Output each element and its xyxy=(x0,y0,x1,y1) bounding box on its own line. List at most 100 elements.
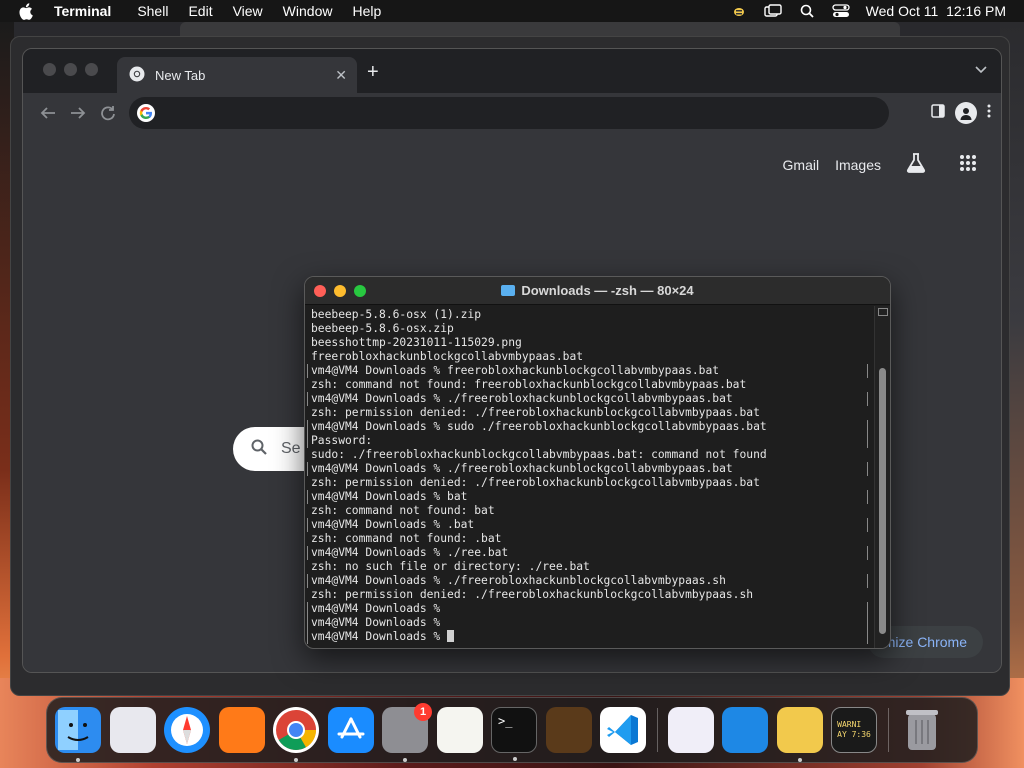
terminal-line-text: vm4@VM4 Downloads % xyxy=(311,630,448,643)
search-placeholder: Se xyxy=(281,440,301,457)
spotlight-search-icon[interactable] xyxy=(798,4,816,18)
running-indicator xyxy=(403,758,407,762)
dock-launchpad-icon[interactable] xyxy=(109,707,156,753)
terminal-line-text: zsh: no such file or directory: ./ree.ba… xyxy=(311,560,590,573)
terminal-close-button[interactable] xyxy=(314,284,326,297)
terminal-output[interactable]: beebeep-5.8.6-osx (1).zip beebeep-5.8.6-o… xyxy=(305,306,874,648)
terminal-line: zsh: no such file or directory: ./ree.ba… xyxy=(311,560,868,574)
terminal-line: beebeep-5.8.6-osx (1).zip xyxy=(311,308,868,322)
terminal-line-text: beebeep-5.8.6-osx.zip xyxy=(311,322,454,335)
beebeep-status-icon[interactable] xyxy=(730,4,748,18)
google-g-icon xyxy=(137,104,155,122)
side-panel-icon[interactable] xyxy=(931,103,945,123)
chrome-favicon-icon xyxy=(129,66,145,85)
menu-help[interactable]: Help xyxy=(352,3,381,19)
dock-trash-icon[interactable] xyxy=(899,707,945,753)
gmail-link[interactable]: Gmail xyxy=(783,157,820,173)
tab-title: New Tab xyxy=(155,67,206,83)
terminal-line: vm4@VM4 Downloads % freerobloxhackunbloc… xyxy=(307,364,868,378)
menu-shell[interactable]: Shell xyxy=(137,3,168,19)
screen-mirroring-icon[interactable] xyxy=(763,4,782,18)
chrome-menu-kebab-icon[interactable] xyxy=(987,104,991,123)
apple-menu-icon[interactable] xyxy=(18,2,36,20)
menu-bar: Terminal Shell Edit View Window Help Wed… xyxy=(0,0,1024,22)
customize-chrome-label: mize Chrome xyxy=(883,634,967,650)
dock-visual-studio-icon[interactable] xyxy=(667,707,714,753)
terminal-line: beesshottmp-20231011-115029.png xyxy=(311,336,868,350)
terminal-line-text: vm4@VM4 Downloads % ./freerobloxhackunbl… xyxy=(311,462,733,475)
dock-chrome-icon[interactable] xyxy=(273,707,319,762)
dock-terminal-icon[interactable]: >_ xyxy=(491,707,537,761)
dock-textedit-icon[interactable] xyxy=(436,707,483,753)
chrome-minimize-button[interactable] xyxy=(64,63,77,76)
chrome-toolbar xyxy=(23,93,1001,133)
dock-system-settings-icon[interactable]: 1 xyxy=(382,703,432,762)
forward-arrow-icon[interactable] xyxy=(63,98,93,128)
dock-beebeep-icon[interactable] xyxy=(776,707,823,762)
labs-flask-icon[interactable] xyxy=(905,153,927,176)
dock-firefox-icon[interactable] xyxy=(218,707,265,753)
dock-icloud-weather-icon[interactable] xyxy=(722,707,768,753)
menu-app-name[interactable]: Terminal xyxy=(54,3,111,19)
terminal-minimize-button[interactable] xyxy=(334,284,346,297)
terminal-title-bar[interactable]: Downloads — -zsh — 80×24 xyxy=(305,277,890,305)
profile-avatar-icon[interactable] xyxy=(955,102,977,124)
chrome-window-controls xyxy=(43,63,98,76)
terminal-line: zsh: command not found: bat xyxy=(311,504,868,518)
dock-separator xyxy=(656,708,658,752)
scrollbar-up-icon[interactable] xyxy=(878,308,888,316)
terminal-line: vm4@VM4 Downloads % xyxy=(307,630,868,644)
terminal-zoom-button[interactable] xyxy=(354,284,366,297)
terminal-line: zsh: command not found: freerobloxhackun… xyxy=(311,378,868,392)
dock-app-store-icon[interactable] xyxy=(327,707,374,753)
tab-new-tab[interactable]: New Tab ✕ xyxy=(117,57,357,93)
terminal-line: vm4@VM4 Downloads % xyxy=(307,602,868,616)
ntp-top-links: Gmail Images xyxy=(783,153,977,176)
dock-safari-icon[interactable] xyxy=(164,707,210,753)
dock-finder-icon[interactable] xyxy=(55,707,101,762)
dock-console-icon[interactable]: WARNI AY 7:36 xyxy=(831,707,877,753)
terminal-line: beebeep-5.8.6-osx.zip xyxy=(311,322,868,336)
menu-edit[interactable]: Edit xyxy=(188,3,212,19)
new-tab-button[interactable]: + xyxy=(367,61,379,84)
tab-search-chevron-icon[interactable] xyxy=(975,63,987,77)
terminal-line-text: vm4@VM4 Downloads % ./freerobloxhackunbl… xyxy=(311,392,733,405)
terminal-line: Password: xyxy=(307,434,868,448)
chrome-close-button[interactable] xyxy=(43,63,56,76)
terminal-line-text: zsh: command not found: bat xyxy=(311,504,495,517)
terminal-line-text: beesshottmp-20231011-115029.png xyxy=(311,336,522,349)
menu-view[interactable]: View xyxy=(233,3,263,19)
scrollbar-thumb[interactable] xyxy=(879,368,886,634)
console-preview-text: WARNI AY 7:36 xyxy=(837,720,871,739)
google-apps-grid-icon[interactable] xyxy=(959,154,977,175)
address-bar[interactable] xyxy=(129,97,889,129)
dock-vscode-icon[interactable] xyxy=(600,707,646,753)
terminal-line: freerobloxhackunblockgcollabvmbypaas.bat xyxy=(311,350,868,364)
terminal-window: Downloads — -zsh — 80×24 beebeep-5.8.6-o… xyxy=(304,276,891,649)
terminal-line-text: zsh: command not found: freerobloxhackun… xyxy=(311,378,747,391)
back-arrow-icon[interactable] xyxy=(33,98,63,128)
terminal-line: vm4@VM4 Downloads % ./ree.bat xyxy=(307,546,868,560)
control-center-icon[interactable] xyxy=(832,4,850,18)
terminal-line: sudo: ./freerobloxhackunblockgcollabvmby… xyxy=(311,448,868,462)
terminal-line-text: zsh: permission denied: ./freerobloxhack… xyxy=(311,588,754,601)
tab-close-icon[interactable]: ✕ xyxy=(335,67,347,84)
terminal-line-text: vm4@VM4 Downloads % bat xyxy=(311,490,468,503)
terminal-line: vm4@VM4 Downloads % .bat xyxy=(307,518,868,532)
tab-strip: New Tab ✕ + xyxy=(23,49,1001,93)
running-indicator xyxy=(76,758,80,762)
terminal-line-text: vm4@VM4 Downloads % .bat xyxy=(311,518,475,531)
terminal-title: Downloads — -zsh — 80×24 xyxy=(521,283,694,298)
terminal-line-text: vm4@VM4 Downloads % ./ree.bat xyxy=(311,546,509,559)
terminal-line: zsh: permission denied: ./freerobloxhack… xyxy=(311,476,868,490)
menu-window[interactable]: Window xyxy=(283,3,333,19)
terminal-line-text: zsh: permission denied: ./freerobloxhack… xyxy=(311,476,760,489)
images-link[interactable]: Images xyxy=(835,157,881,173)
reload-icon[interactable] xyxy=(93,98,123,128)
chrome-zoom-button[interactable] xyxy=(85,63,98,76)
menu-clock[interactable]: Wed Oct 11 12:16 PM xyxy=(866,3,1006,19)
dock-garageband-icon[interactable] xyxy=(545,707,592,753)
terminal-scrollbar[interactable] xyxy=(874,306,890,648)
terminal-line-text: vm4@VM4 Downloads % xyxy=(311,602,441,615)
terminal-line-text: Password: xyxy=(311,434,373,447)
